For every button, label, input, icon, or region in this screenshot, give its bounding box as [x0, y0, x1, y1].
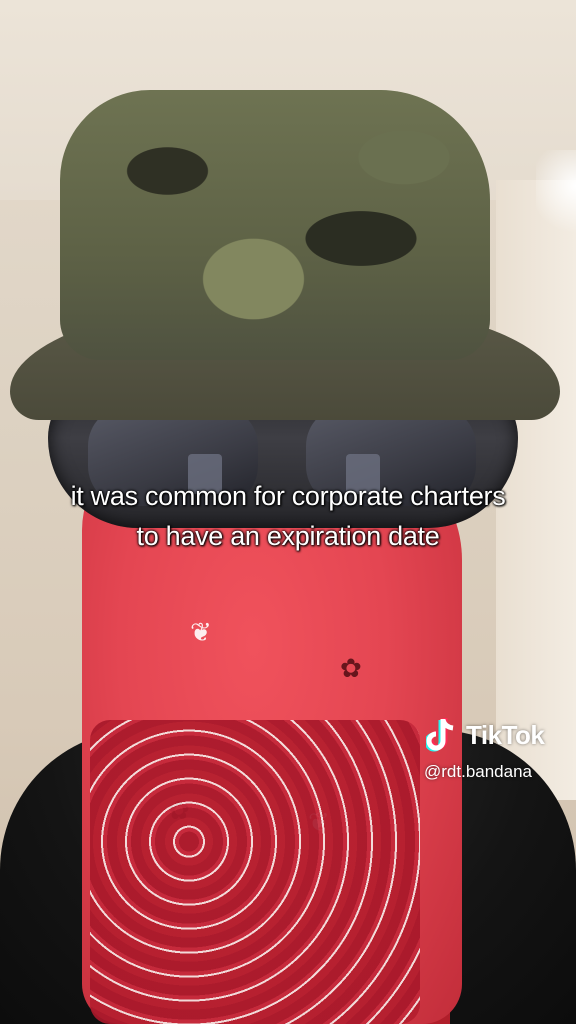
video-frame: ❦ ✿ ✿ ❦ it was common for corporate char…	[0, 0, 576, 1024]
window-light	[536, 150, 576, 240]
tiktok-logo-icon	[424, 716, 460, 754]
video-caption: it was common for corporate charters to …	[0, 476, 576, 556]
paisley-motif: ✿	[340, 654, 362, 684]
paisley-motif: ❦	[190, 618, 212, 648]
caption-line-2: to have an expiration date	[136, 521, 440, 551]
caption-line-1: it was common for corporate charters	[70, 481, 506, 511]
camo-cap-crown	[60, 90, 490, 360]
tiktok-brand-label: TikTok	[466, 719, 545, 750]
tiktok-watermark: TikTok	[424, 716, 545, 754]
bandana-pattern	[90, 720, 420, 1024]
creator-handle: @rdt.bandana	[424, 762, 533, 781]
